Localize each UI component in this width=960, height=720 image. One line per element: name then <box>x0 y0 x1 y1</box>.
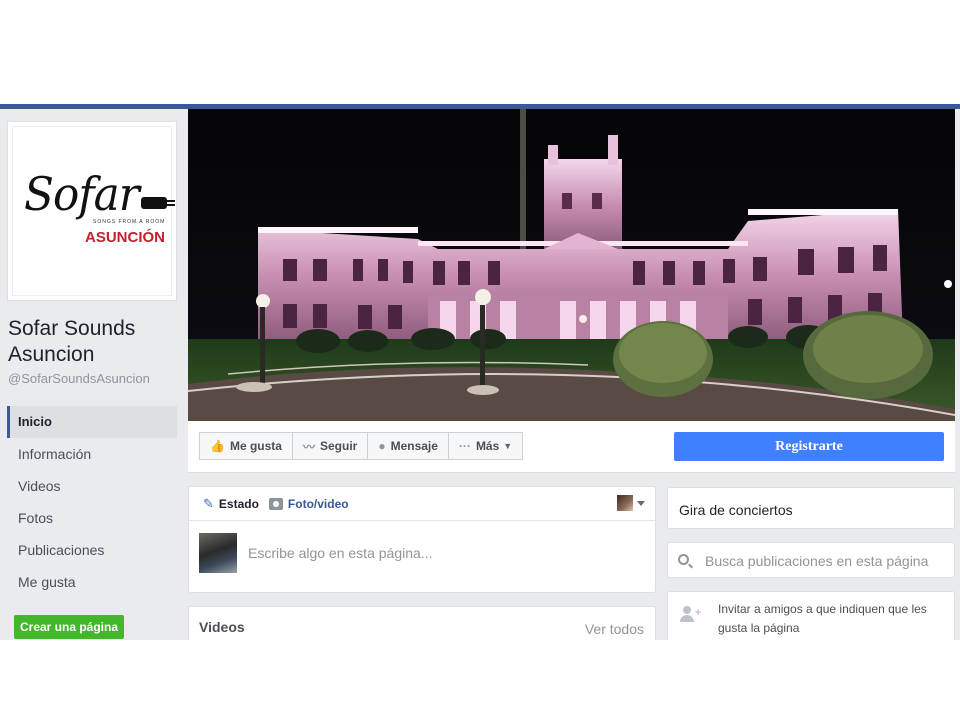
sidebar-item-videos[interactable]: Videos <box>7 470 177 502</box>
logo-city: ASUNCIÓN <box>85 229 166 246</box>
post-as-avatar[interactable] <box>617 495 633 511</box>
sidebar-item-publicaciones[interactable]: Publicaciones <box>7 534 177 566</box>
more-dots-icon: ··· <box>458 439 471 453</box>
page-action-bar: 👍 Me gusta 〰 Seguir ● Mensaje ··· Más ▼ … <box>188 421 955 473</box>
register-button[interactable]: Registrarte <box>674 432 944 461</box>
logo-subtitle: SONGS FROM A ROOM <box>93 219 166 225</box>
pencil-icon: ✎ <box>203 495 214 511</box>
post-composer: ✎ Estado Foto/video Escribe algo en esta… <box>188 486 656 593</box>
sidebar-item-inicio[interactable]: Inicio <box>7 406 177 438</box>
message-label: Mensaje <box>390 439 438 453</box>
logo-word: Sofar <box>24 167 140 221</box>
tab-photo-label: Foto/video <box>287 496 349 511</box>
composer-input[interactable]: Escribe algo en esta página... <box>248 545 432 561</box>
tab-status[interactable]: ✎ Estado <box>203 496 259 512</box>
see-all-videos-link[interactable]: Ver todos <box>585 621 644 637</box>
invite-friends-text[interactable]: Invitar a amigos a que indiquen que les … <box>718 600 954 638</box>
chevron-down-icon[interactable] <box>637 501 645 506</box>
videos-section: Videos Ver todos <box>188 606 656 640</box>
follow-button[interactable]: 〰 Seguir <box>291 432 369 460</box>
sidebar-nav: Inicio Información Videos Fotos Publicac… <box>7 406 177 598</box>
thumbs-up-icon: 👍 <box>210 439 225 453</box>
profile-logo: Sofar SONGS FROM A ROOM ASUNCIÓN <box>12 126 175 296</box>
like-button[interactable]: 👍 Me gusta <box>199 432 293 460</box>
more-label: Más <box>475 439 500 453</box>
palace-night-photo <box>188 109 955 421</box>
tab-status-label: Estado <box>218 496 259 511</box>
sidebar-item-fotos[interactable]: Fotos <box>7 502 177 534</box>
follow-label: Seguir <box>319 439 358 453</box>
page-handle[interactable]: @SofarSoundsAsuncion <box>8 371 150 386</box>
sidebar-item-informacion[interactable]: Información <box>7 438 177 470</box>
page-search-box[interactable]: Busca publicaciones en esta página <box>667 542 955 578</box>
avatar <box>199 533 237 573</box>
create-page-button[interactable]: Crear una página <box>14 615 124 639</box>
tab-photo-video[interactable]: Foto/video <box>268 496 349 511</box>
messenger-icon: ● <box>378 439 386 453</box>
plug-icon <box>141 197 175 209</box>
videos-title[interactable]: Videos <box>199 619 245 635</box>
composer-tabs: ✎ Estado Foto/video <box>189 487 655 521</box>
camera-icon <box>268 497 283 510</box>
search-input[interactable]: Busca publicaciones en esta página <box>705 553 928 569</box>
page-title[interactable]: Sofar Sounds Asuncion <box>8 316 183 368</box>
invite-friends-box[interactable]: + Invitar a amigos a que indiquen que le… <box>667 591 955 640</box>
sidebar-item-me-gusta[interactable]: Me gusta <box>7 566 177 598</box>
search-icon <box>678 554 689 565</box>
concert-tour-box[interactable]: Gira de conciertos <box>667 487 955 529</box>
profile-picture[interactable]: Sofar SONGS FROM A ROOM ASUNCIÓN <box>7 121 177 301</box>
rss-icon: 〰 <box>302 439 315 454</box>
more-button[interactable]: ··· Más ▼ <box>447 432 524 460</box>
like-label: Me gusta <box>229 439 282 453</box>
concert-tour-label: Gira de conciertos <box>679 502 793 518</box>
add-friend-icon: + <box>680 606 701 624</box>
action-button-group: 👍 Me gusta 〰 Seguir ● Mensaje ··· Más ▼ <box>199 432 524 460</box>
cover-photo[interactable] <box>188 109 955 421</box>
chevron-down-icon: ▼ <box>503 441 513 451</box>
message-button[interactable]: ● Mensaje <box>367 432 449 460</box>
